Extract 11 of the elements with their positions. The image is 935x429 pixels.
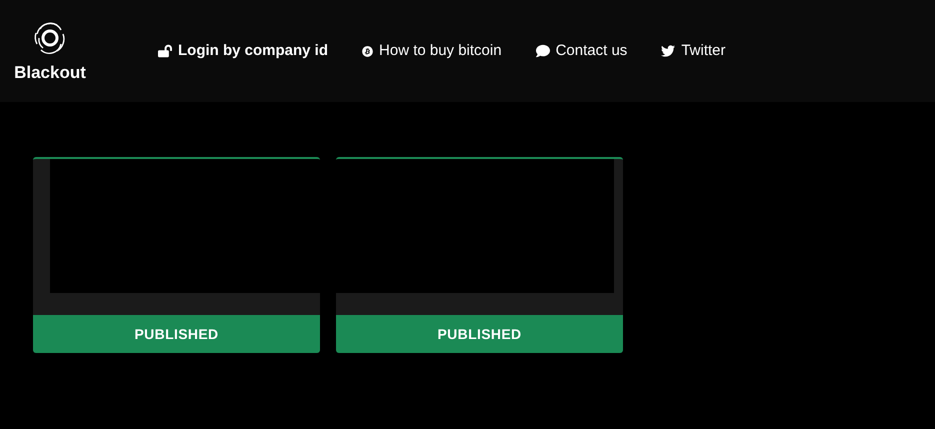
- brand-name: Blackout: [14, 62, 86, 84]
- bitcoin-icon: [362, 46, 374, 56]
- status-button[interactable]: PUBLISHED: [336, 315, 623, 353]
- unlocked-padlock-icon: [158, 44, 172, 58]
- nav-link[interactable]: Login by company id: [158, 40, 328, 62]
- nav-link[interactable]: How to buy bitcoin: [362, 40, 502, 62]
- speech-bubble-icon: [536, 44, 550, 58]
- nav-link[interactable]: Twitter: [661, 40, 726, 62]
- status-button[interactable]: PUBLISHED: [33, 315, 320, 353]
- nav-link[interactable]: Contact us: [536, 40, 628, 62]
- bird-icon: [661, 44, 676, 58]
